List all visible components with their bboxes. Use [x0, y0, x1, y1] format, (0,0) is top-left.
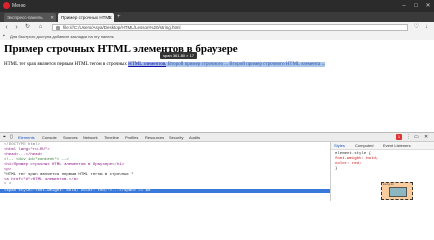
tab-speed-dial[interactable]: Экспресс-панель ✕ — [4, 13, 56, 22]
close-window-button[interactable]: ✕ — [422, 0, 434, 12]
menu-label[interactable]: Меню — [12, 3, 26, 9]
style-rule-line: element.style { — [335, 152, 372, 156]
styles-tab-styles[interactable]: Styles — [334, 143, 345, 148]
bookmarks-hint: Для быстрого доступа добавьте закладки н… — [10, 34, 114, 39]
menu-icon[interactable]: ⋮ — [406, 134, 411, 140]
new-tab-icon[interactable]: + — [117, 14, 121, 20]
bookmark-heart-icon[interactable]: ♡ — [412, 23, 421, 32]
close-icon[interactable]: ✕ — [108, 13, 112, 22]
dom-line[interactable]: <head>...</head> — [4, 153, 42, 157]
dock-icon[interactable]: ▭ — [414, 134, 419, 140]
back-icon[interactable]: ‹ — [2, 23, 11, 32]
style-rule-line[interactable]: color: red; — [335, 162, 361, 166]
toolbar: ‹ › ↻ ⌂ file:///C:/Users/Asya/Desktop/HT… — [0, 22, 434, 33]
dom-line[interactable]: <p> — [4, 168, 11, 172]
paragraph-text: HTML тег span является первым HTML тегом… — [4, 62, 129, 67]
devtools-tab-security[interactable]: Security — [169, 135, 183, 140]
paragraph-link[interactable]: HTML элементов. — [128, 62, 167, 67]
dom-line[interactable]: <h1>Пример строчных HTML элементов в бра… — [4, 163, 124, 167]
error-count-badge[interactable]: 1 — [396, 134, 402, 140]
devtools-tab-sources[interactable]: Sources — [63, 135, 78, 140]
devtools-tab-timeline[interactable]: Timeline — [104, 135, 119, 140]
page-heading: Пример строчных HTML элементов в браузер… — [4, 43, 238, 55]
home-icon[interactable]: ⌂ — [36, 23, 45, 32]
box-model-diagram: margin — [381, 182, 413, 200]
dom-line[interactable]: "HTML тег span является первым HTML тего… — [4, 173, 134, 177]
url-text: file:///C:/Users/Asya/Desktop/HTML/Lesso… — [63, 25, 181, 30]
devtools-tab-resources[interactable]: Resources — [145, 135, 164, 140]
page-info-icon[interactable] — [56, 26, 60, 30]
minimize-button[interactable]: – — [398, 0, 410, 12]
dom-line[interactable]: <!DOCTYPE html> — [4, 143, 40, 147]
dom-line[interactable]: <!-- <div id="content"> --> — [4, 158, 69, 162]
tab-label: Экспресс-панель — [7, 15, 43, 20]
styles-tab-computed[interactable]: Computed — [355, 143, 373, 148]
dom-line[interactable]: " " — [4, 183, 11, 187]
styles-tab-event-listeners[interactable]: Event Listeners — [383, 143, 411, 148]
title-bar: Меню – □ ✕ — [0, 0, 434, 12]
devtools-tab-console[interactable]: Console — [42, 135, 57, 140]
devtools-tab-bar: ⌖ ▯ Elements Console Sources Network Tim… — [0, 133, 434, 142]
tab-strip: Экспресс-панель ✕ Пример строчных HTML ✕… — [0, 12, 434, 22]
devtools-tab-elements[interactable]: Elements — [18, 135, 35, 140]
highlighted-span: Второй пример строчного ... Второй приме… — [166, 62, 326, 67]
inspect-icon[interactable]: ⌖ — [3, 134, 6, 140]
styles-pane: Styles Computed Event Listeners element.… — [330, 142, 434, 201]
page-paragraph: HTML тег span является первым HTML тегом… — [4, 62, 326, 67]
styles-tab-bar: Styles Computed Event Listeners — [331, 142, 434, 150]
device-icon[interactable]: ▯ — [10, 134, 13, 140]
devtools-tab-network[interactable]: Network — [83, 135, 98, 140]
box-model-content — [389, 187, 407, 197]
box-model-label: margin — [383, 183, 394, 186]
close-icon[interactable]: ✕ — [424, 134, 428, 140]
devtools-panel: ⌖ ▯ Elements Console Sources Network Tim… — [0, 132, 434, 201]
maximize-button[interactable]: □ — [410, 0, 422, 12]
style-rule-line: } — [335, 167, 338, 171]
tab-label: Пример строчных HTML — [61, 15, 112, 20]
opera-logo-icon[interactable] — [3, 2, 10, 9]
address-bar[interactable]: file:///C:/Users/Asya/Desktop/HTML/Lesso… — [52, 24, 408, 31]
dom-line[interactable]: <a href="#">HTML элементов.</a> — [4, 178, 78, 182]
inspect-tooltip: span 361.80 × 17 — [160, 52, 198, 59]
folder-icon: ▪ — [3, 33, 5, 39]
style-rule-line[interactable]: font-weight: bold; — [335, 157, 378, 161]
forward-icon[interactable]: › — [12, 23, 21, 32]
dom-line-selected[interactable]: <span style="font-weight: bold; color: r… — [0, 189, 330, 193]
close-icon[interactable]: ✕ — [50, 13, 54, 22]
elements-tree: <!DOCTYPE html> <html lang="ru-RU"> <hea… — [0, 142, 330, 201]
devtools-tab-profiles[interactable]: Profiles — [125, 135, 138, 140]
reload-icon[interactable]: ↻ — [23, 23, 32, 32]
tab-active-page[interactable]: Пример строчных HTML ✕ — [58, 13, 114, 22]
page-viewport: Пример строчных HTML элементов в браузер… — [0, 40, 434, 132]
dom-line[interactable]: <html lang="ru-RU"> — [4, 148, 50, 152]
download-icon[interactable]: ↓ — [422, 23, 431, 32]
devtools-tab-audits[interactable]: Audits — [189, 135, 200, 140]
